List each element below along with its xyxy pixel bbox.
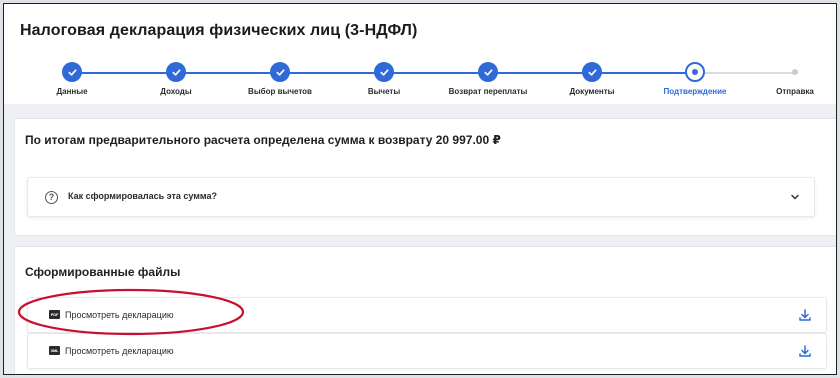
check-icon bbox=[62, 62, 82, 82]
step-dannye[interactable]: Данные bbox=[17, 62, 127, 96]
file-row-pdf[interactable]: PDF Просмотреть декларацию bbox=[27, 297, 827, 333]
step-vozvrat-pereplaty[interactable]: Возврат переплаты bbox=[433, 62, 543, 96]
view-declaration-link[interactable]: Просмотреть декларацию bbox=[65, 310, 174, 320]
accordion-label: Как сформировалась эта сумма? bbox=[68, 191, 217, 201]
download-icon[interactable] bbox=[798, 308, 812, 322]
check-icon bbox=[478, 62, 498, 82]
check-icon bbox=[582, 62, 602, 82]
check-icon bbox=[374, 62, 394, 82]
pdf-file-icon: PDF bbox=[49, 310, 60, 319]
step-label: Возврат переплаты bbox=[448, 87, 528, 96]
file-row-xml[interactable]: XML Просмотреть декларацию bbox=[27, 333, 827, 369]
step-dokhody[interactable]: Доходы bbox=[121, 62, 231, 96]
step-label: Вычеты bbox=[367, 87, 401, 96]
xml-file-icon: XML bbox=[49, 346, 60, 355]
sum-explanation-accordion[interactable]: ? Как сформировалась эта сумма? bbox=[27, 177, 815, 217]
view-declaration-link[interactable]: Просмотреть декларацию bbox=[65, 346, 174, 356]
step-vychety[interactable]: Вычеты bbox=[329, 62, 439, 96]
step-label: Выбор вычетов bbox=[248, 87, 312, 96]
step-label: Доходы bbox=[160, 87, 192, 96]
chevron-down-icon[interactable] bbox=[790, 192, 800, 202]
step-otpravka: Отправка bbox=[740, 62, 836, 96]
step-label: Отправка bbox=[776, 87, 814, 96]
step-vybor-vychetov[interactable]: Выбор вычетов bbox=[225, 62, 335, 96]
step-label: Подтверждение bbox=[663, 87, 727, 96]
check-icon bbox=[270, 62, 290, 82]
refund-summary: По итогам предварительного расчета опред… bbox=[25, 133, 501, 147]
step-label: Документы bbox=[569, 87, 615, 96]
result-card: По итогам предварительного расчета опред… bbox=[14, 118, 836, 236]
check-icon bbox=[166, 62, 186, 82]
current-step-icon bbox=[685, 62, 705, 82]
files-title: Сформированные файлы bbox=[25, 265, 181, 279]
pending-step-icon bbox=[792, 69, 798, 75]
step-label: Данные bbox=[56, 87, 88, 96]
declaration-window: Налоговая декларация физических лиц (3-Н… bbox=[3, 3, 837, 375]
step-podtverzhdenie[interactable]: Подтверждение bbox=[640, 62, 750, 96]
download-icon[interactable] bbox=[798, 344, 812, 358]
page-title: Налоговая декларация физических лиц (3-Н… bbox=[20, 22, 418, 39]
question-circle-icon: ? bbox=[45, 191, 58, 204]
content-area: По итогам предварительного расчета опред… bbox=[4, 104, 836, 374]
progress-stepper: Данные Доходы Выбор вычетов Вычеты Возвр bbox=[4, 62, 836, 102]
step-dokumenty[interactable]: Документы bbox=[537, 62, 647, 96]
generated-files-card: Сформированные файлы PDF Просмотреть дек… bbox=[14, 246, 836, 374]
